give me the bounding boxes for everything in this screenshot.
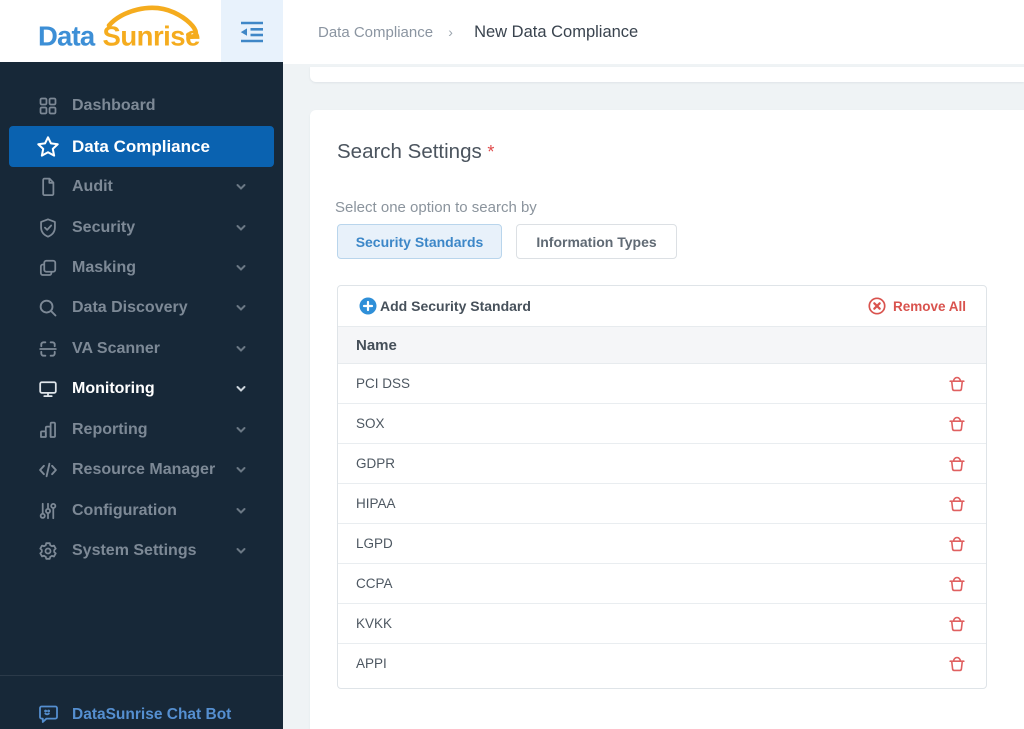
svg-text:Data: Data bbox=[38, 21, 96, 52]
svg-text:Sunrise: Sunrise bbox=[103, 21, 201, 52]
